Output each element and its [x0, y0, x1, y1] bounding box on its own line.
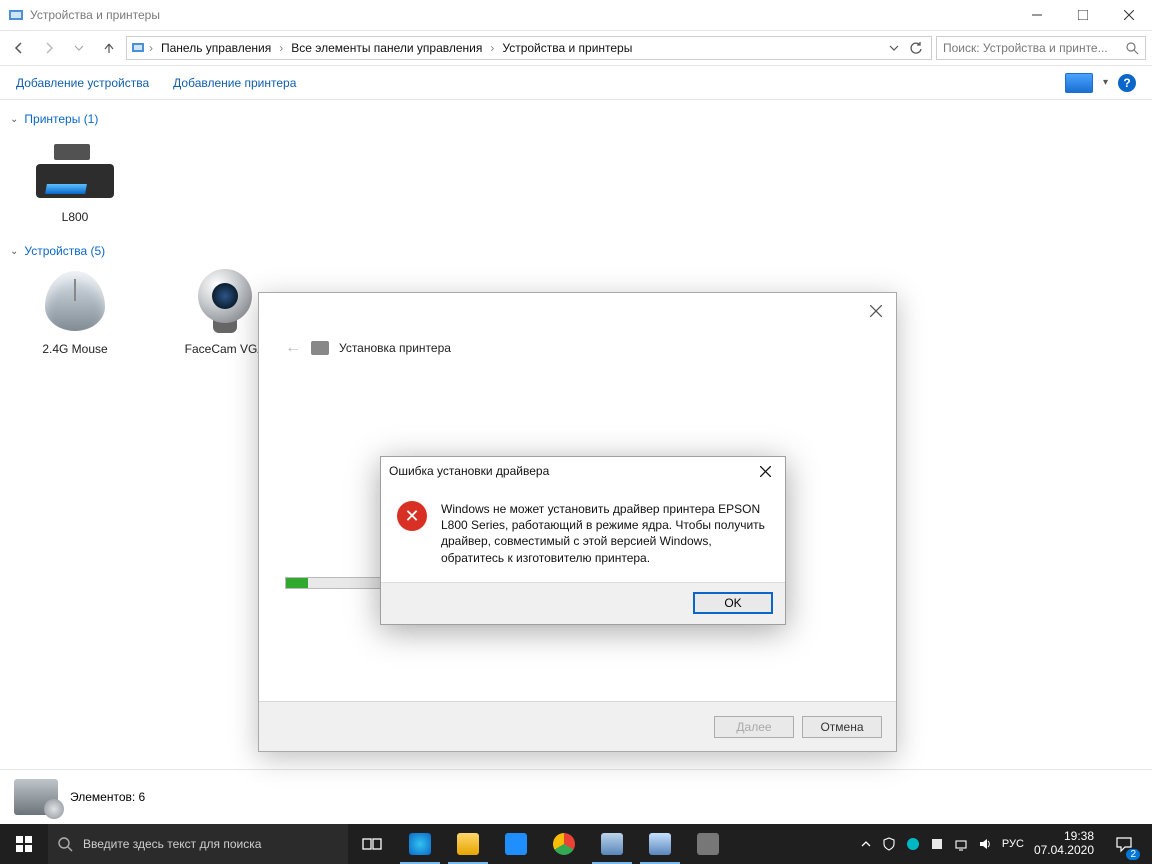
- minimize-button[interactable]: [1014, 0, 1060, 30]
- breadcrumb-seg1[interactable]: Панель управления: [157, 41, 275, 55]
- chevron-right-icon: ›: [149, 41, 153, 55]
- chevron-right-icon: ›: [279, 41, 283, 55]
- add-printer-link[interactable]: Добавление принтера: [173, 76, 296, 90]
- taskbar-app-generic[interactable]: [684, 824, 732, 864]
- control-panel-icon: [131, 41, 145, 55]
- tray-volume-icon[interactable]: [978, 837, 992, 851]
- nav-forward-button[interactable]: [36, 35, 62, 61]
- taskbar-search-input[interactable]: Введите здесь текст для поиска: [48, 824, 348, 864]
- titlebar: Устройства и принтеры: [0, 0, 1152, 30]
- webcam-icon: [185, 266, 265, 336]
- search-icon: [58, 837, 73, 852]
- mouse-icon: [35, 266, 115, 336]
- close-button[interactable]: [1106, 0, 1152, 30]
- refresh-button[interactable]: [905, 37, 927, 59]
- control-panel-icon: [8, 7, 24, 23]
- devices-icon: [14, 779, 58, 815]
- search-input[interactable]: Поиск: Устройства и принте...: [936, 36, 1146, 60]
- device-label: L800: [20, 210, 130, 224]
- taskbar-app-explorer[interactable]: [444, 824, 492, 864]
- section-printers-header[interactable]: ⌄ Принтеры (1): [10, 112, 1142, 126]
- tray-expand-button[interactable]: [860, 838, 872, 850]
- wizard-next-button: Далее: [714, 716, 794, 738]
- nav-back-button[interactable]: [6, 35, 32, 61]
- error-dialog: Ошибка установки драйвера ✕ Windows не м…: [380, 456, 786, 625]
- notification-badge: 2: [1126, 849, 1140, 860]
- error-icon: ✕: [397, 501, 427, 531]
- taskbar-app-wizard[interactable]: [636, 824, 684, 864]
- section-printers-label: Принтеры (1): [24, 112, 98, 126]
- device-item-l800[interactable]: L800: [20, 134, 130, 224]
- breadcrumb-seg3[interactable]: Устройства и принтеры: [498, 41, 636, 55]
- breadcrumb-box[interactable]: › Панель управления › Все элементы панел…: [126, 36, 932, 60]
- taskbar-app-store[interactable]: [492, 824, 540, 864]
- taskbar-app-devices[interactable]: [588, 824, 636, 864]
- tray-date: 07.04.2020: [1034, 844, 1094, 858]
- view-options-button[interactable]: [1065, 73, 1093, 93]
- tray-network-icon[interactable]: [954, 837, 968, 851]
- start-button[interactable]: [0, 824, 48, 864]
- taskbar-search-placeholder: Введите здесь текст для поиска: [83, 837, 261, 851]
- wizard-back-button[interactable]: ←: [285, 339, 301, 357]
- tray-clock[interactable]: 19:38 07.04.2020: [1034, 830, 1094, 858]
- error-message: Windows не может установить драйвер прин…: [441, 501, 769, 566]
- section-devices-header[interactable]: ⌄ Устройства (5): [10, 244, 1142, 258]
- device-item-mouse[interactable]: 2.4G Mouse: [20, 266, 130, 356]
- collapse-icon: ⌄: [10, 114, 18, 125]
- printer-icon: [35, 134, 115, 204]
- maximize-button[interactable]: [1060, 0, 1106, 30]
- chevron-right-icon: ›: [490, 41, 494, 55]
- tray-app-icon[interactable]: [930, 837, 944, 851]
- status-bar: Элементов: 6: [0, 769, 1152, 824]
- section-devices-label: Устройства (5): [24, 244, 105, 258]
- address-dropdown-button[interactable]: [883, 37, 905, 59]
- add-device-link[interactable]: Добавление устройства: [16, 76, 149, 90]
- search-icon: [1126, 42, 1139, 55]
- wizard-title: Установка принтера: [339, 341, 451, 355]
- nav-recent-button[interactable]: [66, 35, 92, 61]
- error-title: Ошибка установки драйвера: [389, 464, 753, 478]
- error-ok-button[interactable]: OK: [693, 592, 773, 614]
- printer-icon: [311, 341, 329, 355]
- collapse-icon: ⌄: [10, 246, 18, 257]
- content-area: ⌄ Принтеры (1) L800 ⌄ Устройства (5) 2.4…: [0, 100, 1152, 769]
- nav-up-button[interactable]: [96, 35, 122, 61]
- tray-app-icon[interactable]: [906, 837, 920, 851]
- wizard-close-button[interactable]: [864, 299, 888, 323]
- breadcrumb-seg2[interactable]: Все элементы панели управления: [287, 41, 486, 55]
- task-view-button[interactable]: [348, 824, 396, 864]
- taskbar: Введите здесь текст для поиска РУС 19:38…: [0, 824, 1152, 864]
- window-title: Устройства и принтеры: [30, 8, 1014, 22]
- action-center-button[interactable]: 2: [1104, 824, 1144, 864]
- help-button[interactable]: ?: [1118, 74, 1136, 92]
- taskbar-app-chrome[interactable]: [540, 824, 588, 864]
- error-close-button[interactable]: [753, 459, 777, 483]
- tray-security-icon[interactable]: [882, 837, 896, 851]
- toolbar: Добавление устройства Добавление принтер…: [0, 66, 1152, 100]
- tray-time: 19:38: [1034, 830, 1094, 844]
- taskbar-app-edge[interactable]: [396, 824, 444, 864]
- wizard-cancel-button[interactable]: Отмена: [802, 716, 882, 738]
- chevron-down-icon[interactable]: ▾: [1103, 77, 1108, 88]
- search-placeholder: Поиск: Устройства и принте...: [943, 41, 1126, 55]
- tray-language[interactable]: РУС: [1002, 838, 1024, 850]
- device-label: 2.4G Mouse: [20, 342, 130, 356]
- address-bar: › Панель управления › Все элементы панел…: [0, 30, 1152, 66]
- status-count: Элементов: 6: [70, 790, 145, 804]
